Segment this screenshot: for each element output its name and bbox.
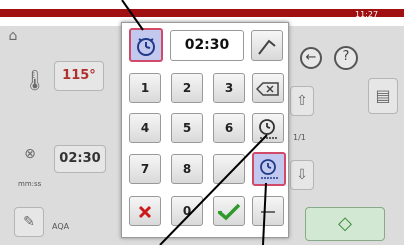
callout-lines (121, 0, 268, 245)
